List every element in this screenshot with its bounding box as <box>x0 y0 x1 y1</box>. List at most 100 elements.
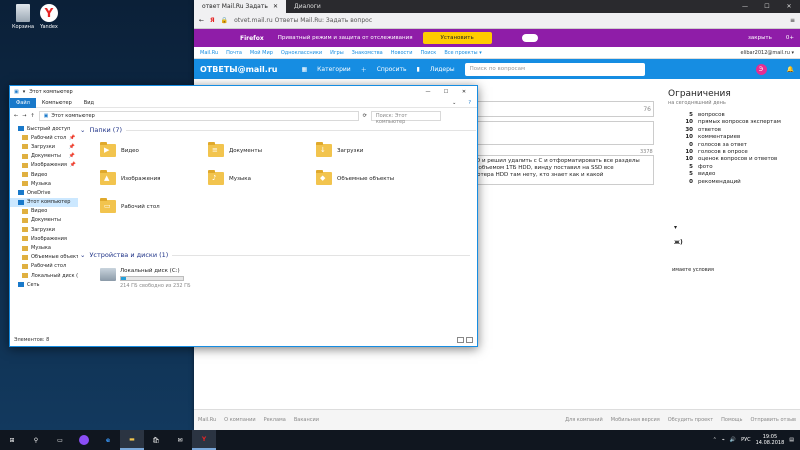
browser-tab-active[interactable]: ответ Mail.Ru Задать вопрос ✕ <box>194 0 286 13</box>
folder-tile[interactable]: ♪ Музыка <box>208 170 251 185</box>
nav-item[interactable]: Загрузки 📌 <box>10 142 78 151</box>
search-button[interactable]: ⚲ <box>24 430 48 450</box>
mail-button[interactable]: ✉ <box>168 430 192 450</box>
portal-link[interactable]: Одноклассники <box>281 50 322 56</box>
nav-item[interactable]: Видео <box>10 170 78 179</box>
nav-item[interactable]: Сеть <box>10 280 78 289</box>
notifications-icon[interactable]: ▤ <box>789 437 794 443</box>
drive-c-tile[interactable]: Локальный диск (C:) 214 ГБ свободно из 2… <box>100 268 191 289</box>
url-field[interactable]: otvet.mail.ru Ответы Mail.Ru: Задать воп… <box>234 17 784 24</box>
leaders-link[interactable]: Лидеры <box>430 66 455 73</box>
task-view-button[interactable]: ▭ <box>48 430 72 450</box>
devices-group-header[interactable]: ⌄ Устройства и диски (1) <box>80 249 470 261</box>
start-button[interactable]: ⊞ <box>0 430 24 450</box>
nav-item[interactable]: Рабочий стол <box>10 262 78 271</box>
edge-button[interactable]: e <box>96 430 120 450</box>
nav-item[interactable]: Рабочий стол 📌 <box>10 133 78 142</box>
question-extra-field[interactable] <box>464 121 654 145</box>
footer-link[interactable]: Мобильная версия <box>611 417 660 423</box>
back-arrow-icon[interactable]: ← <box>14 113 18 119</box>
folder-tile[interactable]: ≡ Документы <box>208 142 262 157</box>
portal-link[interactable]: Игры <box>330 50 344 56</box>
close-icon[interactable]: ✕ <box>778 3 800 10</box>
footer-link[interactable]: Обсудить проект <box>668 417 713 423</box>
explorer-taskbar-button[interactable]: ▬ <box>120 430 144 450</box>
portal-link[interactable]: Mail.Ru <box>200 50 218 56</box>
nav-item[interactable]: Объемные объекты <box>10 253 78 262</box>
footer-link[interactable]: Реклама <box>264 417 286 423</box>
question-body-field[interactable]: SSD и решил удалить с С и отформатироват… <box>464 155 654 185</box>
nav-item[interactable]: Музыка <box>10 179 78 188</box>
refresh-icon[interactable]: ⟳ <box>363 113 367 119</box>
tab-view[interactable]: Вид <box>78 98 100 108</box>
store-button[interactable]: 🛍 <box>144 430 168 450</box>
otvet-search-input[interactable]: Поиск по вопросам <box>464 62 645 76</box>
chevron-up-icon[interactable]: ⌃ <box>713 437 717 443</box>
nav-item[interactable]: Видео <box>10 207 78 216</box>
portal-link[interactable]: Новости <box>391 50 413 56</box>
notification-count[interactable]: 0+ <box>786 35 794 41</box>
bell-icon[interactable]: 🔔 <box>787 66 794 73</box>
back-arrow-icon[interactable]: ← <box>199 17 204 24</box>
nav-item[interactable]: Музыка <box>10 243 78 252</box>
nav-item[interactable]: Изображения 📌 <box>10 161 78 170</box>
folder-tile[interactable]: ↓ Загрузки <box>316 142 363 157</box>
nav-item[interactable]: Изображения <box>10 234 78 243</box>
portal-link[interactable]: Поиск <box>420 50 436 56</box>
nav-item[interactable]: Быстрый доступ <box>10 124 78 133</box>
up-arrow-icon[interactable]: ↑ <box>30 113 34 119</box>
footer-link[interactable]: Для компаний <box>565 417 603 423</box>
path-field[interactable]: ▣ Этот компьютер <box>38 110 359 121</box>
nav-item[interactable]: OneDrive <box>10 188 78 197</box>
footer-link[interactable]: Вакансии <box>294 417 319 423</box>
forward-arrow-icon[interactable]: → <box>22 113 26 119</box>
tab-computer[interactable]: Компьютер <box>36 98 78 108</box>
nav-item[interactable]: Документы 📌 <box>10 152 78 161</box>
folder-tile[interactable]: ▭ Рабочий стол <box>100 198 160 213</box>
nav-item[interactable]: Документы <box>10 216 78 225</box>
footer-link[interactable]: Mail.Ru <box>198 417 216 423</box>
footer-link[interactable]: Отправить отзыв <box>750 417 796 423</box>
footer-link[interactable]: О компании <box>224 417 255 423</box>
tiles-view-icon[interactable] <box>466 337 473 343</box>
folder-tile[interactable]: ▶ Видео <box>100 142 139 157</box>
promo-close-link[interactable]: закрыть <box>748 35 772 41</box>
details-view-icon[interactable] <box>457 337 464 343</box>
folder-tile[interactable]: ◆ Объемные объекты <box>316 170 394 185</box>
quick-access-toolbar-icon[interactable]: ▾ <box>23 89 26 95</box>
folders-group-header[interactable]: ⌄ Папки (7) <box>80 124 476 136</box>
maximize-icon[interactable]: ☐ <box>437 89 455 95</box>
otvet-logo[interactable]: ОТВЕТЫ@mail.ru <box>200 65 277 74</box>
portal-link[interactable]: Все проекты ▾ <box>444 50 481 56</box>
alice-button[interactable] <box>72 430 96 450</box>
chevron-down-icon[interactable]: ⌄ <box>446 98 462 108</box>
yandex-taskbar-button[interactable]: Y <box>192 430 216 450</box>
folder-tile[interactable]: ▲ Изображения <box>100 170 160 185</box>
nav-item[interactable]: Этот компьютер <box>10 197 78 207</box>
menu-icon[interactable]: ≡ <box>790 17 795 24</box>
nav-item[interactable]: Локальный диск (C <box>10 271 78 280</box>
close-icon[interactable]: ✕ <box>273 3 278 10</box>
nav-item[interactable]: Загрузки <box>10 225 78 234</box>
ask-link[interactable]: Спросить <box>377 66 407 73</box>
portal-link[interactable]: Мой Мир <box>250 50 273 56</box>
avatar[interactable]: Э <box>755 63 767 75</box>
question-title-field[interactable]: 76 <box>464 101 654 117</box>
network-icon[interactable]: ⌁ <box>722 437 725 443</box>
desktop-icon-yandex[interactable]: Y Yandex <box>32 4 66 30</box>
portal-link[interactable]: Знакомства <box>352 50 383 56</box>
portal-link[interactable]: Почта <box>226 50 242 56</box>
close-icon[interactable]: ✕ <box>455 89 473 95</box>
help-icon[interactable]: ? <box>462 98 477 108</box>
account-menu[interactable]: elibar2012@mail.ru ▾ <box>741 50 795 56</box>
explorer-search-input[interactable]: Поиск: Этот компьютер <box>370 110 441 125</box>
clock[interactable]: 19:05 14.08.2018 <box>756 434 785 446</box>
tab-file[interactable]: Файл <box>10 97 36 108</box>
install-button[interactable]: Установить <box>422 32 492 44</box>
maximize-icon[interactable]: ☐ <box>756 3 778 10</box>
minimize-icon[interactable]: — <box>419 89 437 95</box>
volume-icon[interactable]: 🔊 <box>730 437 736 443</box>
categories-link[interactable]: Категории <box>317 66 351 73</box>
language-indicator[interactable]: РУС <box>741 437 751 443</box>
minimize-icon[interactable]: — <box>734 3 756 10</box>
